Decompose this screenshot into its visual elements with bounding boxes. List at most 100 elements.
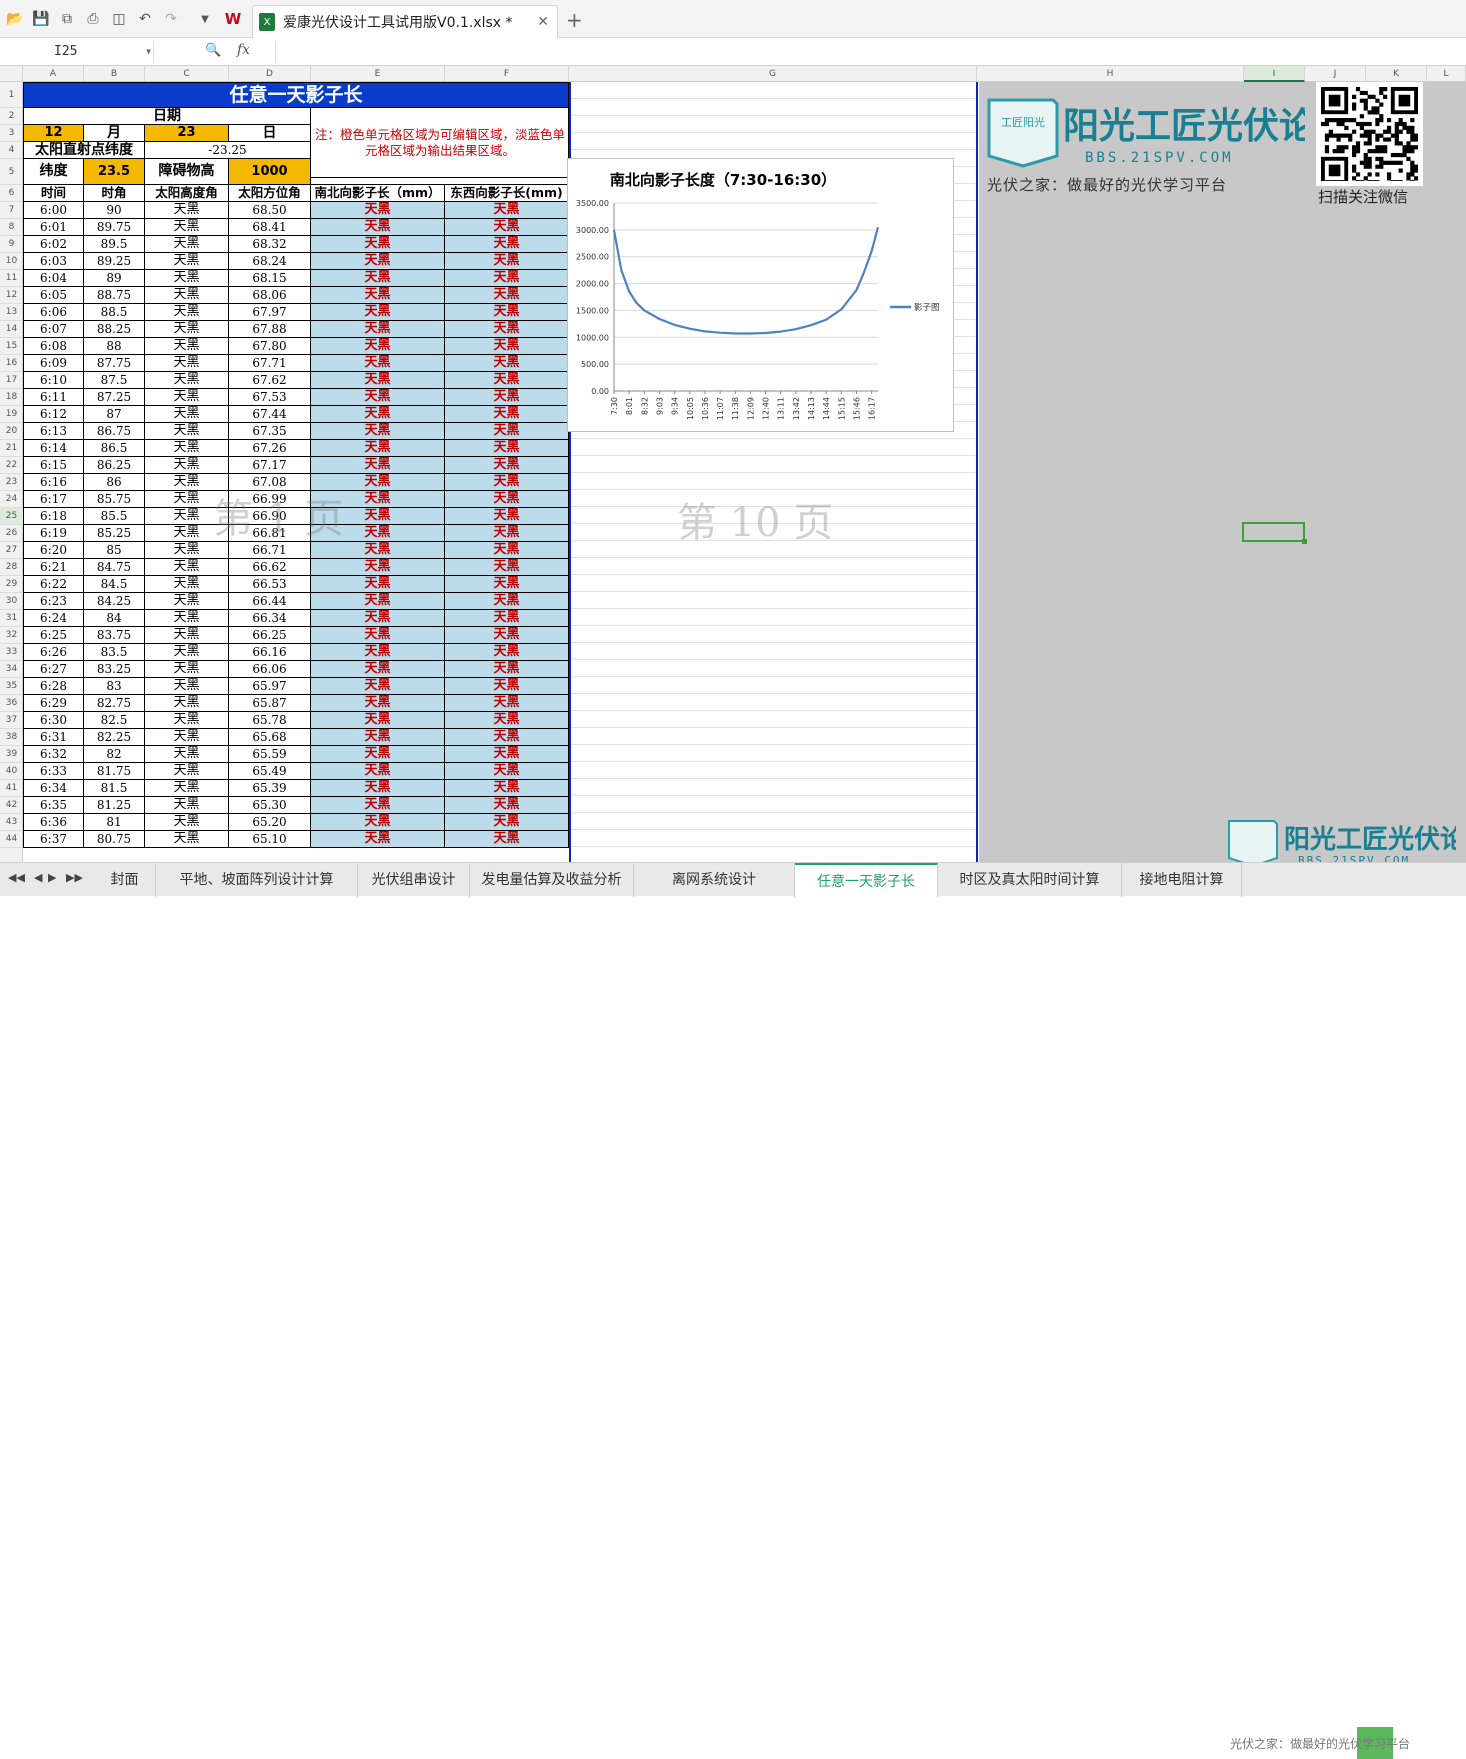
row-header-25[interactable]: 25 [0,508,23,525]
table-cell[interactable]: 天黑 [445,355,569,372]
column-header-I[interactable]: I [1244,66,1305,82]
table-cell[interactable]: 天黑 [311,678,445,695]
new-from-template-icon[interactable]: ⧉ [58,10,76,28]
row-header-20[interactable]: 20 [0,423,23,440]
print-icon[interactable]: ⎙ [84,10,102,28]
sheet-tab[interactable]: 任意一天影子长 [795,863,938,897]
table-cell[interactable]: 89.75 [84,219,145,236]
table-cell[interactable]: 天黑 [145,746,229,763]
table-cell[interactable]: 天黑 [311,440,445,457]
table-cell[interactable]: 天黑 [311,338,445,355]
table-cell[interactable]: 67.44 [229,406,311,423]
row-header-26[interactable]: 26 [0,525,23,542]
table-cell[interactable]: 天黑 [311,406,445,423]
shadow-length-chart[interactable]: 南北向影子长度（7:30-16:30） 0.00 500.00 1000.00 150… [567,158,954,432]
table-cell[interactable]: 天黑 [445,338,569,355]
table-cell[interactable]: 66.62 [229,559,311,576]
name-box-dropdown-icon[interactable]: ▼ [146,41,151,63]
obstacle-input-cell[interactable]: 1000 [229,159,311,185]
table-cell[interactable]: 天黑 [145,389,229,406]
table-cell[interactable]: 87 [84,406,145,423]
table-cell[interactable]: 6:00 [23,202,84,219]
table-cell[interactable]: 85.75 [84,491,145,508]
table-cell[interactable]: 天黑 [445,814,569,831]
table-cell[interactable]: 天黑 [145,559,229,576]
row-header-11[interactable]: 11 [0,270,23,287]
table-cell[interactable]: 6:03 [23,253,84,270]
table-cell[interactable]: 天黑 [445,712,569,729]
column-header-K[interactable]: K [1366,66,1427,82]
save-icon[interactable]: 💾 [32,10,50,28]
table-cell[interactable]: 天黑 [445,508,569,525]
column-header-J[interactable]: J [1305,66,1366,82]
table-cell[interactable]: 天黑 [311,746,445,763]
column-header-F[interactable]: F [445,66,569,82]
table-cell[interactable]: 65.39 [229,780,311,797]
table-cell[interactable]: 6:12 [23,406,84,423]
table-cell[interactable]: 天黑 [145,219,229,236]
row-header-5[interactable]: 5 [0,159,23,185]
table-cell[interactable]: 66.06 [229,661,311,678]
table-cell[interactable]: 天黑 [445,389,569,406]
column-header-L[interactable]: L [1427,66,1466,82]
sheet-tab[interactable]: 光伏组串设计 [358,863,470,897]
row-header-16[interactable]: 16 [0,355,23,372]
table-cell[interactable]: 68.41 [229,219,311,236]
table-cell[interactable]: 天黑 [145,423,229,440]
table-cell[interactable]: 65.68 [229,729,311,746]
last-sheet-icon[interactable]: ▶▶ [66,871,83,884]
column-header-G[interactable]: G [569,66,977,82]
table-cell[interactable]: 天黑 [311,593,445,610]
table-cell[interactable]: 天黑 [311,763,445,780]
sun-lat-label-cell[interactable]: 太阳直射点纬度 [23,142,145,159]
table-cell[interactable]: 天黑 [145,763,229,780]
table-cell[interactable]: 天黑 [311,576,445,593]
sheet-tab[interactable]: 接地电阻计算 [1122,863,1242,897]
table-cell[interactable]: 天黑 [145,542,229,559]
table-cell[interactable]: 6:20 [23,542,84,559]
table-cell[interactable]: 68.24 [229,253,311,270]
table-cell[interactable]: 天黑 [145,440,229,457]
table-cell[interactable]: 天黑 [145,593,229,610]
column-header-H[interactable]: H [977,66,1244,82]
quick-access-dropdown-icon[interactable]: ▼ [196,10,214,28]
table-cell[interactable]: 82.75 [84,695,145,712]
redo-icon[interactable]: ↷ [162,10,180,28]
table-cell[interactable]: 天黑 [445,763,569,780]
table-cell[interactable]: 天黑 [445,474,569,491]
table-cell[interactable]: 80.75 [84,831,145,848]
table-cell[interactable]: 6:30 [23,712,84,729]
column-header-D[interactable]: D [229,66,311,82]
table-cell[interactable]: 天黑 [445,372,569,389]
table-cell[interactable]: 82.25 [84,729,145,746]
table-cell[interactable]: 83.25 [84,661,145,678]
table-cell[interactable]: 天黑 [145,287,229,304]
row-header-43[interactable]: 43 [0,814,23,831]
table-cell[interactable]: 68.50 [229,202,311,219]
table-cell[interactable]: 6:07 [23,321,84,338]
table-cell[interactable]: 天黑 [145,678,229,695]
table-cell[interactable]: 天黑 [445,593,569,610]
table-cell[interactable]: 65.59 [229,746,311,763]
prev-sheet-icon[interactable]: ◀ [34,871,42,884]
row-header-3[interactable]: 3 [0,125,23,142]
name-box[interactable]: I25 ▼ [4,41,154,63]
table-cell[interactable]: 85.5 [84,508,145,525]
table-cell[interactable]: 天黑 [145,270,229,287]
table-cell[interactable]: 67.62 [229,372,311,389]
table-cell[interactable]: 67.71 [229,355,311,372]
table-cell[interactable]: 天黑 [311,423,445,440]
table-cell[interactable]: 90 [84,202,145,219]
table-cell[interactable]: 6:09 [23,355,84,372]
table-cell[interactable]: 84.25 [84,593,145,610]
table-cell[interactable]: 66.16 [229,644,311,661]
table-cell[interactable]: 天黑 [445,644,569,661]
table-cell[interactable]: 86 [84,474,145,491]
month-unit-cell[interactable]: 月 [84,125,145,142]
table-cell[interactable]: 天黑 [311,712,445,729]
table-cell[interactable]: 天黑 [145,797,229,814]
table-cell[interactable]: 天黑 [445,270,569,287]
row-header-39[interactable]: 39 [0,746,23,763]
table-cell[interactable]: 67.53 [229,389,311,406]
table-cell[interactable]: 89 [84,270,145,287]
